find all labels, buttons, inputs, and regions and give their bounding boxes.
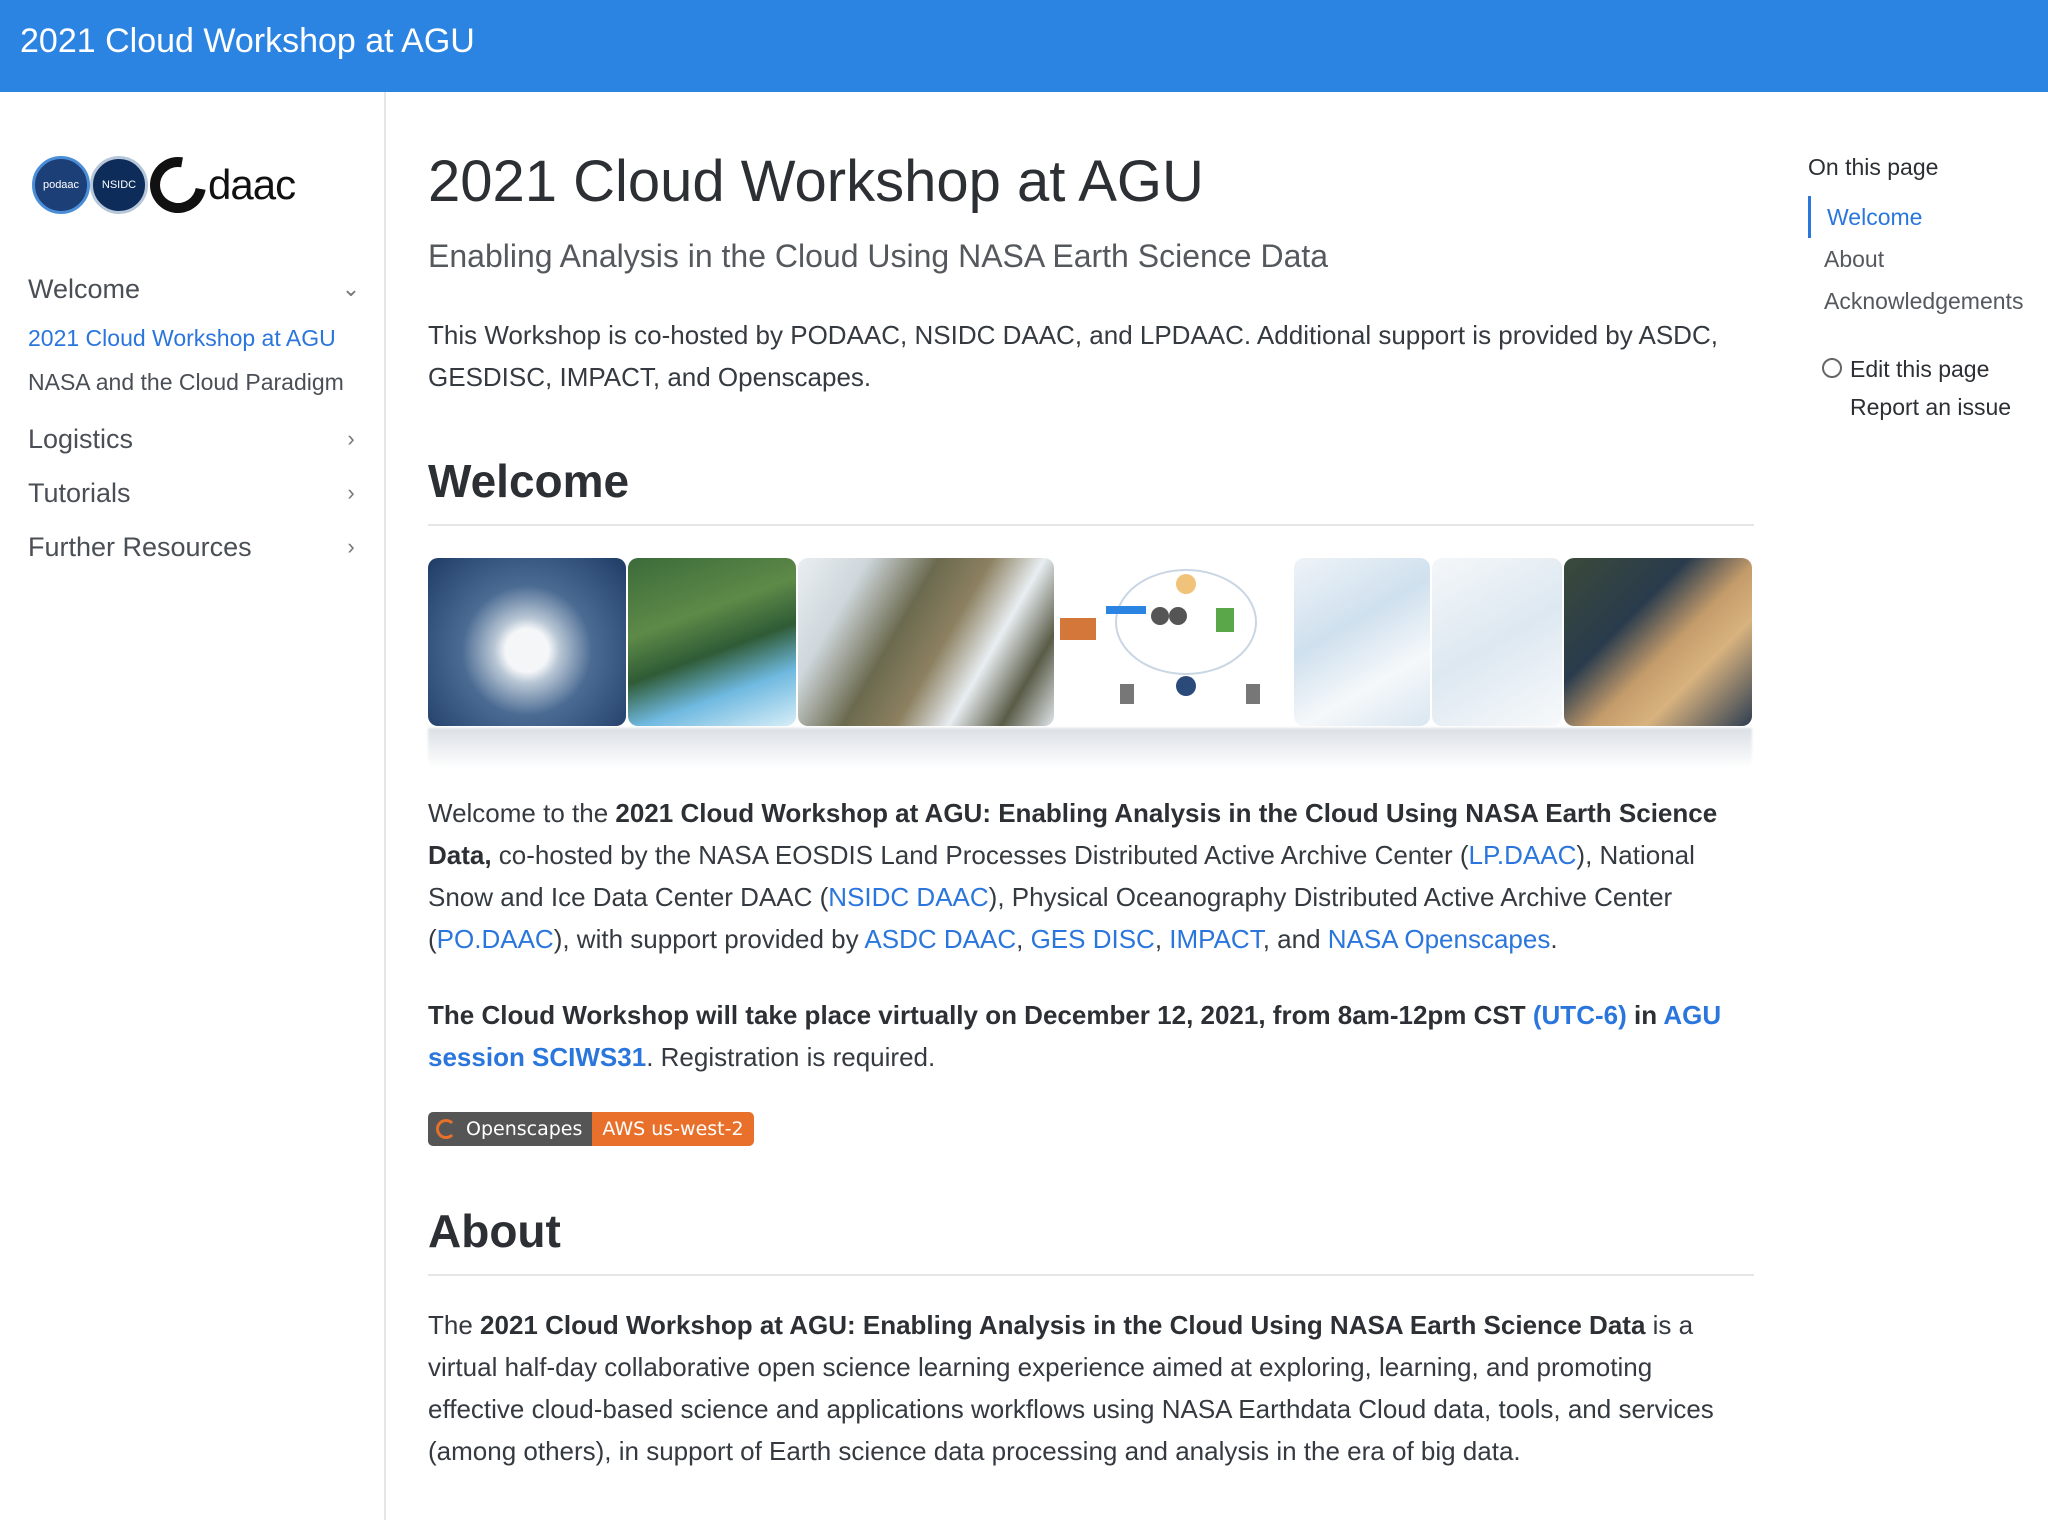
hurricane-image [428, 558, 626, 726]
ges-disc-link[interactable]: GES DISC [1031, 924, 1155, 954]
chevron-down-icon[interactable]: ⌄ [338, 276, 364, 302]
badge-left: Openscapes [428, 1112, 593, 1146]
toc-item-acknowledgements[interactable]: Acknowledgements [1808, 280, 2028, 322]
forest-image [628, 558, 796, 726]
chevron-right-icon[interactable]: › [338, 480, 364, 506]
toc-list: About Acknowledgements [1808, 238, 2028, 322]
sidebar: podaac NSIDC daac Welcome ⌄ 2021 Cloud W… [0, 92, 386, 1520]
toc-active-list: Welcome [1808, 196, 2028, 238]
nasa-openscapes-link[interactable]: NASA Openscapes [1328, 924, 1551, 954]
arctic-islands-image [798, 558, 1054, 726]
asdc-daac-link[interactable]: ASDC DAAC [864, 924, 1016, 954]
sea-ice-image-2 [1432, 558, 1562, 726]
github-icon [1822, 358, 1842, 378]
lpdaac-logo: daac [139, 146, 296, 224]
sidebar-item-further-resources[interactable]: Further Resources › [28, 520, 364, 574]
page-subtitle: Enabling Analysis in the Cloud Using NAS… [428, 238, 1329, 274]
toc-item-about[interactable]: About [1808, 238, 2028, 280]
banner-reflection [428, 728, 1752, 768]
nsidc-daac-link[interactable]: NSIDC DAAC [828, 882, 988, 912]
lpdaac-link[interactable]: LP.DAAC [1468, 840, 1576, 870]
partner-logos[interactable]: podaac NSIDC daac [32, 146, 296, 224]
sidebar-nav: Welcome ⌄ 2021 Cloud Workshop at AGU NAS… [28, 262, 364, 574]
openscapes-aws-badge[interactable]: Openscapes AWS us-west-2 [428, 1112, 754, 1146]
page-title: 2021 Cloud Workshop at AGU [428, 149, 1204, 214]
sidebar-item-cloud-paradigm[interactable]: NASA and the Cloud Paradigm [28, 360, 364, 404]
about-heading: About [428, 1204, 1754, 1276]
report-issue-link[interactable]: Report an issue [1850, 394, 2011, 421]
sidebar-item-cloud-workshop[interactable]: 2021 Cloud Workshop at AGU [28, 316, 364, 360]
welcome-banner-image [428, 558, 1752, 768]
podaac-logo: podaac [32, 156, 90, 214]
toc-heading: On this page [1808, 154, 1939, 180]
sidebar-item-logistics[interactable]: Logistics › [28, 412, 364, 466]
arabian-peninsula-image [1564, 558, 1752, 726]
lp-mark-icon [139, 146, 217, 224]
cloud-architecture-diagram [1056, 558, 1292, 726]
utc-link[interactable]: (UTC-6) [1533, 1000, 1627, 1030]
welcome-heading: Welcome [428, 454, 1754, 526]
sidebar-item-welcome[interactable]: Welcome ⌄ [28, 262, 364, 316]
intro-paragraph: This Workshop is co-hosted by PODAAC, NS… [428, 320, 1718, 392]
toc-item-welcome[interactable]: Welcome [1811, 196, 2028, 238]
about-paragraph: The 2021 Cloud Workshop at AGU: Enabling… [428, 1310, 1714, 1466]
chevron-right-icon[interactable]: › [338, 426, 364, 452]
edit-page-link[interactable]: Edit this page [1822, 356, 1989, 383]
openscapes-icon [436, 1119, 456, 1139]
podaac-link[interactable]: PO.DAAC [437, 924, 554, 954]
site-title-link[interactable]: 2021 Cloud Workshop at AGU [20, 22, 475, 61]
chevron-right-icon[interactable]: › [338, 534, 364, 560]
badge-right: AWS us-west-2 [592, 1112, 754, 1146]
sea-ice-image-1 [1294, 558, 1430, 726]
impact-link[interactable]: IMPACT [1169, 924, 1262, 954]
sidebar-item-tutorials[interactable]: Tutorials › [28, 466, 364, 520]
schedule-paragraph: The Cloud Workshop will take place virtu… [428, 1000, 1722, 1072]
top-navbar: 2021 Cloud Workshop at AGU [0, 0, 2048, 92]
nsidc-logo: NSIDC [90, 156, 148, 214]
welcome-paragraph: Welcome to the 2021 Cloud Workshop at AG… [428, 798, 1718, 954]
